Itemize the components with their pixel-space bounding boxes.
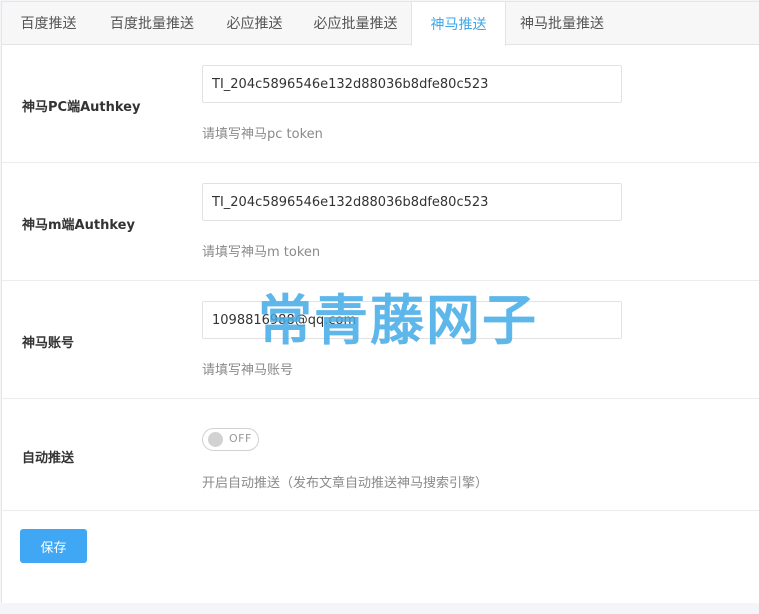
auto-push-toggle[interactable]: OFF xyxy=(202,428,259,451)
tab-bar: 百度推送 百度批量推送 必应推送 必应批量推送 神马推送 神马批量推送 xyxy=(2,2,759,46)
form-row-pc-authkey: 神马PC端Authkey 请填写神马pc token xyxy=(2,45,759,163)
m-authkey-label: 神马m端Authkey xyxy=(22,218,135,233)
form-row-account: 神马账号 请填写神马账号 xyxy=(2,281,759,399)
auto-push-label: 自动推送 xyxy=(22,451,75,466)
tab-bing-batch-push[interactable]: 必应批量推送 xyxy=(300,2,411,44)
settings-panel: 百度推送 百度批量推送 必应推送 必应批量推送 神马推送 神马批量推送 神马PC… xyxy=(1,1,759,603)
account-label: 神马账号 xyxy=(22,336,75,351)
form-row-auto-push: 自动推送 OFF 开启自动推送（发布文章自动推送神马搜索引擎） xyxy=(2,399,759,511)
pc-authkey-help: 请填写神马pc token xyxy=(202,127,323,142)
auto-push-help: 开启自动推送（发布文章自动推送神马搜索引擎） xyxy=(202,476,489,491)
save-button[interactable]: 保存 xyxy=(20,529,87,563)
tab-shenma-push[interactable]: 神马推送 xyxy=(411,2,506,46)
account-input[interactable] xyxy=(202,301,622,339)
toggle-state-text: OFF xyxy=(229,432,252,445)
tab-shenma-batch-push[interactable]: 神马批量推送 xyxy=(506,2,618,44)
pc-authkey-label: 神马PC端Authkey xyxy=(22,100,141,115)
tab-baidu-batch-push[interactable]: 百度批量推送 xyxy=(95,2,209,44)
m-authkey-input[interactable] xyxy=(202,183,622,221)
toggle-knob xyxy=(208,432,223,447)
tab-baidu-push[interactable]: 百度推送 xyxy=(2,2,95,44)
tab-bing-push[interactable]: 必应推送 xyxy=(209,2,300,44)
m-authkey-help: 请填写神马m token xyxy=(202,245,321,260)
form-row-m-authkey: 神马m端Authkey 请填写神马m token xyxy=(2,163,759,281)
account-help: 请填写神马账号 xyxy=(202,363,294,378)
pc-authkey-input[interactable] xyxy=(202,65,622,103)
